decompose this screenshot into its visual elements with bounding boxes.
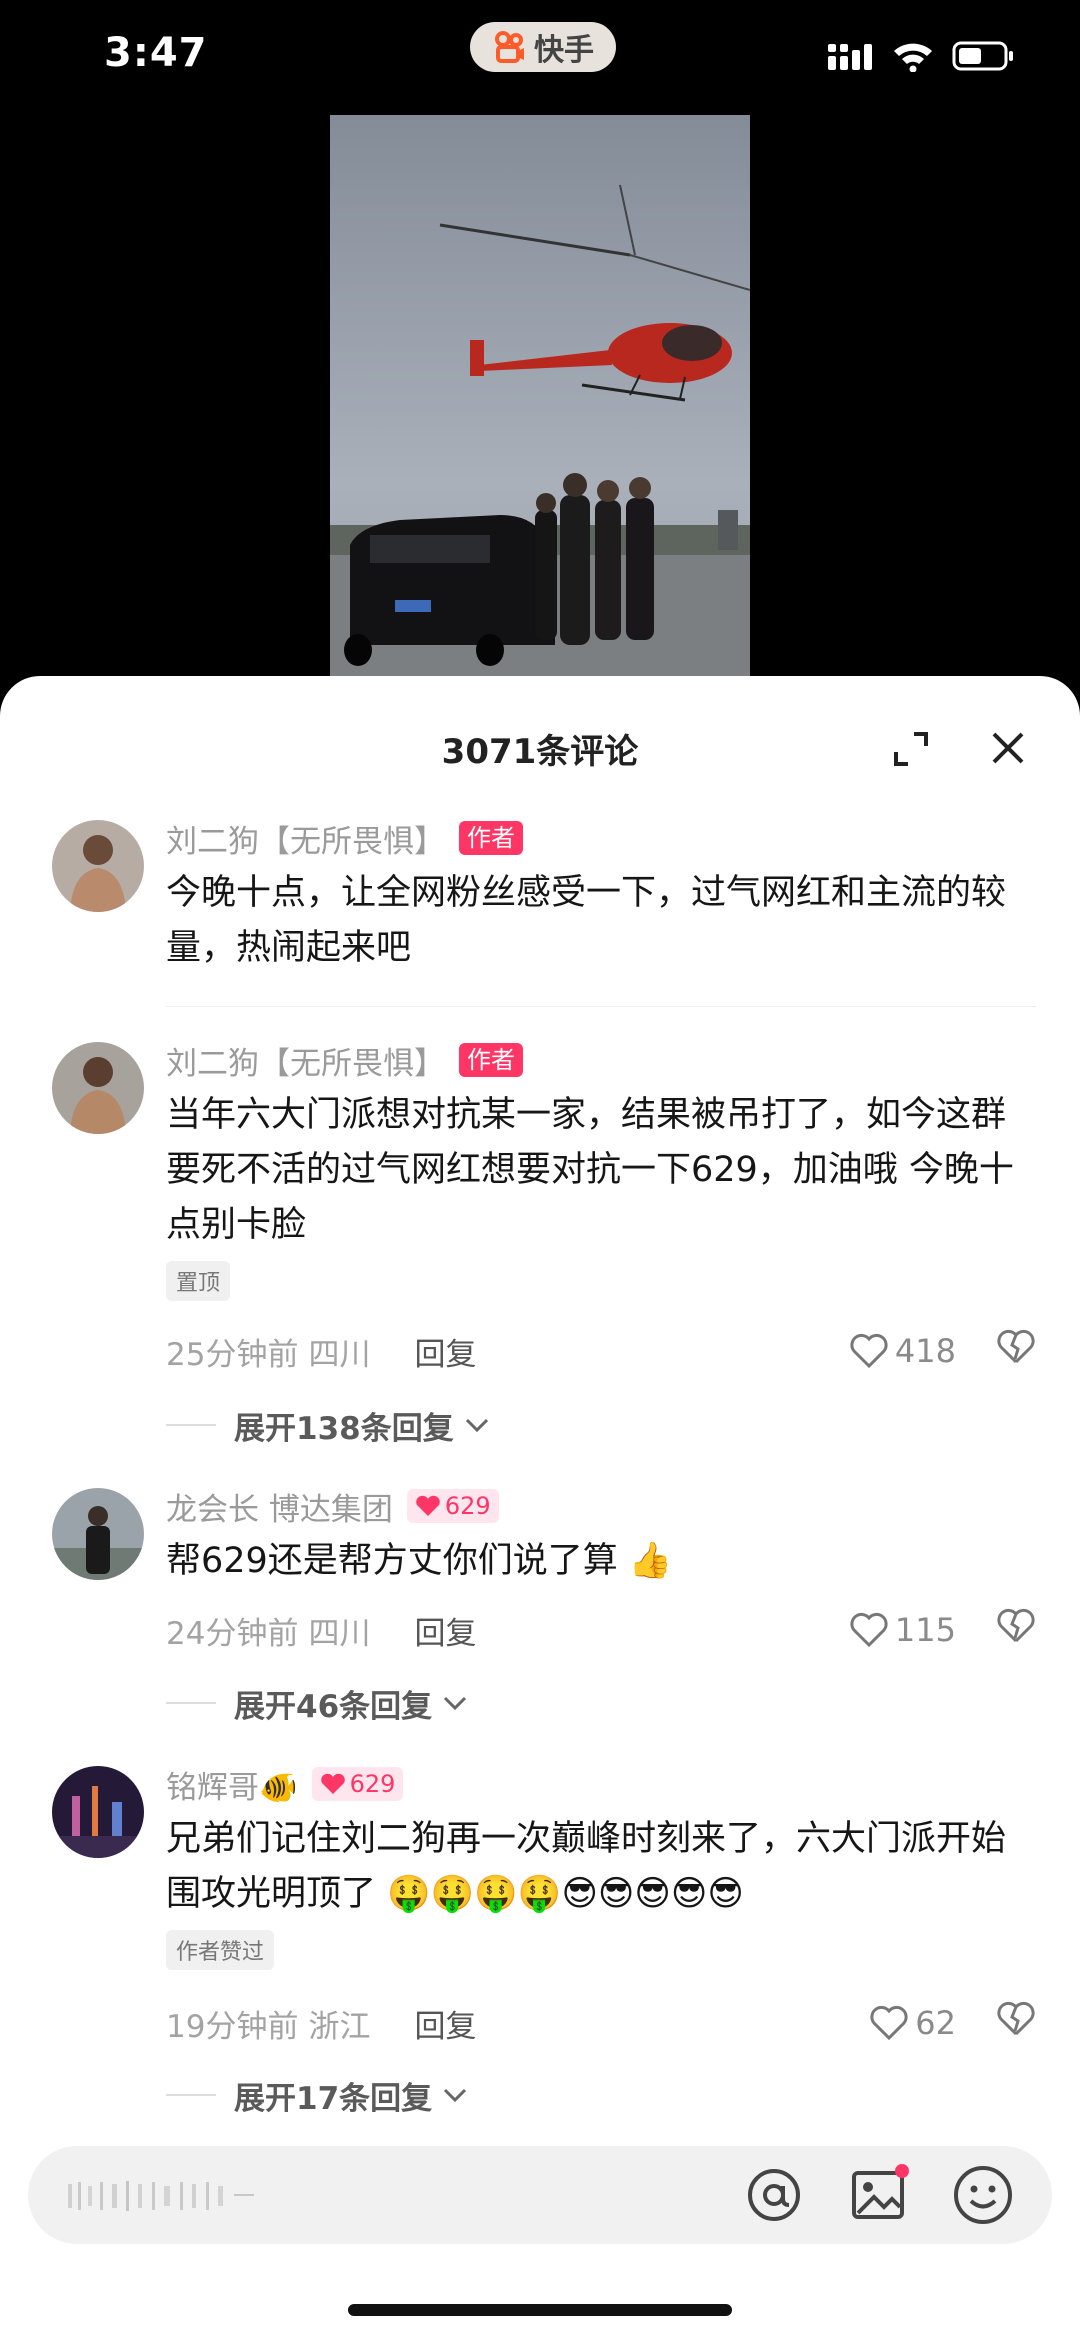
pinned-tag: 置顶 <box>166 1261 231 1301</box>
comment-input-bar[interactable] <box>28 2146 1052 2244</box>
kuaishou-logo-icon <box>495 31 524 63</box>
chevron-down-icon <box>465 1418 488 1433</box>
divider <box>166 1702 216 1704</box>
battery-icon <box>952 41 1013 71</box>
author-liked-tag: 作者赞过 <box>166 1930 275 1970</box>
divider <box>166 1424 216 1426</box>
comment-location: 浙江 <box>308 2008 371 2045</box>
image-picker-icon[interactable] <box>850 2163 914 2223</box>
comment-text[interactable]: 帮629还是帮方丈你们说了算 👍 <box>166 1534 1036 1589</box>
comment-author[interactable]: 龙会长 博达集团 <box>166 1484 393 1529</box>
divider <box>166 2094 216 2096</box>
like-count: 115 <box>894 1611 956 1649</box>
comment-author[interactable]: 铭辉哥🐠 <box>166 1762 298 1807</box>
fan-badge: 629 <box>311 1767 404 1801</box>
comment-meta: 19分钟前 浙江 回复 62 <box>166 1998 1036 2048</box>
fan-badge-level: 629 <box>444 1492 491 1520</box>
avatar[interactable] <box>52 820 144 912</box>
comment-text[interactable]: 兄弟们记住刘二狗再一次巅峰时刻来了，六大门派开始围攻光明顶了 🤑🤑🤑🤑😎😎😎😎😎 <box>166 1812 1036 1922</box>
dislike-button[interactable] <box>996 1329 1036 1373</box>
comment-time: 25分钟前 <box>166 1336 299 1373</box>
chevron-down-icon <box>444 2088 467 2103</box>
wifi-icon <box>894 43 932 72</box>
app-switch-pill[interactable]: 快手 <box>470 22 616 72</box>
comment-time: 24分钟前 <box>166 1615 299 1652</box>
expand-fullscreen-icon[interactable] <box>892 730 930 768</box>
video-frame-image <box>330 115 750 680</box>
author-badge: 作者 <box>459 821 523 855</box>
comment-text[interactable]: 当年六大门派想对抗某一家，结果被吊打了，如今这群要死不活的过气网红想要对抗一下6… <box>166 1088 1036 1253</box>
close-icon[interactable] <box>990 730 1026 766</box>
like-count: 418 <box>894 1332 956 1370</box>
comment-author[interactable]: 刘二狗【无所畏惧】 <box>166 1038 445 1083</box>
expand-replies-button[interactable]: 展开46条回复 <box>166 1678 470 1728</box>
avatar[interactable] <box>52 1766 144 1858</box>
dislike-button[interactable] <box>996 2001 1036 2045</box>
expand-replies-label: 展开17条回复 <box>234 2080 433 2117</box>
reply-button[interactable]: 回复 <box>414 2001 476 2046</box>
avatar[interactable] <box>52 1488 144 1580</box>
comment-time: 19分钟前 <box>166 2008 299 2045</box>
expand-replies-button[interactable]: 展开17条回复 <box>166 2070 470 2120</box>
author-badge: 作者 <box>459 1043 523 1077</box>
comment-location: 四川 <box>308 1336 371 1373</box>
like-button[interactable]: 62 <box>869 2004 956 2042</box>
cellular-signal-icon <box>828 44 872 70</box>
status-bar: 3:47 快手 <box>0 0 1080 110</box>
emoji-icon[interactable] <box>952 2164 1014 2226</box>
app-name: 快手 <box>534 33 594 68</box>
comment-location: 四川 <box>308 1615 371 1652</box>
fan-heart-icon <box>320 1773 345 1794</box>
divider <box>166 1006 1036 1007</box>
avatar[interactable] <box>52 1042 144 1134</box>
heart-icon <box>870 2005 908 2041</box>
expand-replies-label: 展开138条回复 <box>234 1410 454 1447</box>
comment-text[interactable]: 今晚十点，让全网粉丝感受一下，过气网红和主流的较量，热闹起来吧 <box>166 866 1036 976</box>
comment-meta: 24分钟前 四川 回复 115 <box>166 1605 1036 1655</box>
status-icons <box>828 40 1016 72</box>
fan-badge-level: 629 <box>349 1770 396 1798</box>
expand-replies-label: 展开46条回复 <box>234 1688 433 1725</box>
like-button[interactable]: 418 <box>849 1332 956 1370</box>
fan-badge: 629 <box>406 1489 499 1523</box>
broken-heart-icon <box>997 2001 1035 2036</box>
chevron-down-icon <box>444 1696 467 1711</box>
comment-meta: 25分钟前 四川 回复 418 <box>166 1326 1036 1376</box>
like-count: 62 <box>915 2004 956 2042</box>
comment-author[interactable]: 刘二狗【无所畏惧】 <box>166 816 445 861</box>
broken-heart-icon <box>997 1608 1035 1643</box>
dislike-button[interactable] <box>996 1608 1036 1652</box>
comments-sheet: 3071条评论 刘二狗【无所畏惧】 作者 今晚十点，让全网粉丝感受一下，过气网红… <box>0 676 1080 2338</box>
expand-replies-button[interactable]: 展开138条回复 <box>166 1400 492 1450</box>
status-time: 3:47 <box>104 30 208 76</box>
heart-icon <box>850 1612 888 1648</box>
fan-heart-icon <box>416 1495 440 1516</box>
reply-button[interactable]: 回复 <box>414 1329 476 1374</box>
mention-icon[interactable] <box>744 2165 804 2225</box>
broken-heart-icon <box>997 1329 1035 1364</box>
heart-icon <box>850 1333 888 1369</box>
video-preview[interactable] <box>330 115 750 680</box>
input-placeholder-blur <box>68 2181 254 2211</box>
reply-button[interactable]: 回复 <box>414 1608 476 1653</box>
home-indicator[interactable] <box>348 2304 732 2316</box>
like-button[interactable]: 115 <box>849 1611 956 1649</box>
